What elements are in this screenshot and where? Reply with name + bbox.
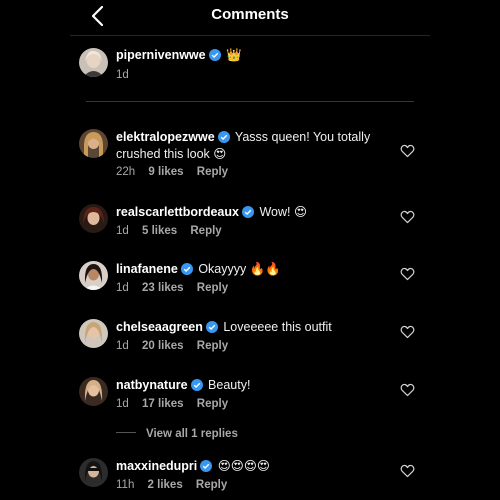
comment-likes[interactable]: 2 likes xyxy=(148,479,183,491)
heart-icon[interactable] xyxy=(400,144,415,158)
comment-likes[interactable]: 20 likes xyxy=(142,340,184,352)
comment-text-line: linafanene Okayyyy 🔥🔥 xyxy=(116,261,406,278)
comments-header: Comments xyxy=(70,0,430,36)
comment-likes[interactable]: 5 likes xyxy=(142,225,177,237)
crown-emoji: 👑 xyxy=(226,48,242,62)
comment-meta: 1d 17 likes Reply xyxy=(116,398,238,410)
comment-meta: 22h 9 likes Reply xyxy=(116,166,238,178)
page-title: Comments xyxy=(211,6,289,23)
verified-badge-icon xyxy=(217,131,230,143)
comment-text: Loveeeee this outfit xyxy=(223,320,332,334)
comment-likes[interactable]: 23 likes xyxy=(142,282,184,294)
caption-line: pipernivenwwe 👑 xyxy=(116,47,406,64)
reply-button[interactable]: Reply xyxy=(197,340,228,352)
reply-button[interactable]: Reply xyxy=(196,479,227,491)
comment-row: maxxinedupri 😍😍😍😍 11h 2 likes Reply xyxy=(70,458,430,500)
avatar[interactable] xyxy=(79,377,108,406)
comment-username[interactable]: natbynature xyxy=(116,378,188,392)
avatar[interactable] xyxy=(79,458,108,487)
reply-button[interactable]: Reply xyxy=(197,398,228,410)
avatar[interactable] xyxy=(79,204,108,233)
comment-row: elektralopezwwe Yasss queen! You totally… xyxy=(70,129,430,179)
caption-divider xyxy=(86,101,414,102)
comment-text-line: natbynature Beauty! xyxy=(116,377,406,394)
comment-meta: 1d 20 likes Reply xyxy=(116,340,238,352)
comment-time: 1d xyxy=(116,282,129,294)
avatar[interactable] xyxy=(79,48,108,77)
heart-icon[interactable] xyxy=(400,267,415,281)
comment-text-line: realscarlettbordeaux Wow! 😍 xyxy=(116,204,406,221)
comment-time: 1d xyxy=(116,340,129,352)
comment-row: realscarlettbordeaux Wow! 😍 1d 5 likes R… xyxy=(70,204,430,254)
avatar[interactable] xyxy=(79,319,108,348)
reply-button[interactable]: Reply xyxy=(190,225,221,237)
comment-meta: 11h 2 likes Reply xyxy=(116,479,237,491)
comment-row: natbynature Beauty! 1d 17 likes Reply xyxy=(70,377,430,427)
heart-icon[interactable] xyxy=(400,325,415,339)
caption-username[interactable]: pipernivenwwe xyxy=(116,48,206,62)
heart-icon[interactable] xyxy=(400,464,415,478)
avatar[interactable] xyxy=(79,129,108,158)
comment-likes[interactable]: 9 likes xyxy=(148,166,183,178)
comment-text-line: chelseaagreen Loveeeee this outfit xyxy=(116,319,406,336)
comment-row: chelseaagreen Loveeeee this outfit 1d 20… xyxy=(70,319,430,369)
verified-badge-icon xyxy=(180,263,193,275)
avatar[interactable] xyxy=(79,261,108,290)
verified-badge-icon xyxy=(241,206,254,218)
comment-text: 😍😍😍😍 xyxy=(217,459,270,473)
view-replies-link[interactable]: View all 1 replies xyxy=(116,428,238,440)
comment-username[interactable]: chelseaagreen xyxy=(116,320,203,334)
comment-time: 22h xyxy=(116,166,136,178)
comments-screen: Comments pipernivenwwe 👑 1d elektralopez… xyxy=(70,0,430,500)
comment-username[interactable]: maxxinedupri xyxy=(116,459,197,473)
comment-text-line: elektralopezwwe Yasss queen! You totally… xyxy=(116,129,406,163)
comment-username[interactable]: elektralopezwwe xyxy=(116,130,215,144)
comment-username[interactable]: linafanene xyxy=(116,262,178,276)
verified-badge-icon xyxy=(190,379,203,391)
comment-meta: 1d 23 likes Reply xyxy=(116,282,238,294)
comment-time: 1d xyxy=(116,225,129,237)
replies-divider xyxy=(116,432,136,433)
caption-time: 1d xyxy=(116,69,129,81)
comment-text: Beauty! xyxy=(208,378,251,392)
verified-badge-icon xyxy=(200,460,213,472)
comment-meta: 1d 5 likes Reply xyxy=(116,225,232,237)
comment-text: Okayyyy 🔥🔥 xyxy=(198,262,281,276)
heart-icon[interactable] xyxy=(400,383,415,397)
comment-time: 1d xyxy=(116,398,129,410)
comment-likes[interactable]: 17 likes xyxy=(142,398,184,410)
reply-button[interactable]: Reply xyxy=(197,282,228,294)
comment-text-line: maxxinedupri 😍😍😍😍 xyxy=(116,458,406,475)
verified-badge-icon xyxy=(208,49,221,61)
comment-username[interactable]: realscarlettbordeaux xyxy=(116,205,239,219)
reply-button[interactable]: Reply xyxy=(197,166,228,178)
post-caption: pipernivenwwe 👑 1d xyxy=(70,44,430,104)
view-replies-label[interactable]: View all 1 replies xyxy=(146,428,238,440)
caption-meta: 1d xyxy=(116,69,139,81)
verified-badge-icon xyxy=(205,321,218,333)
comment-text: Wow! 😍 xyxy=(259,205,307,219)
comment-time: 11h xyxy=(116,479,135,491)
comment-row: linafanene Okayyyy 🔥🔥 1d 23 likes Reply xyxy=(70,261,430,311)
heart-icon[interactable] xyxy=(400,210,415,224)
